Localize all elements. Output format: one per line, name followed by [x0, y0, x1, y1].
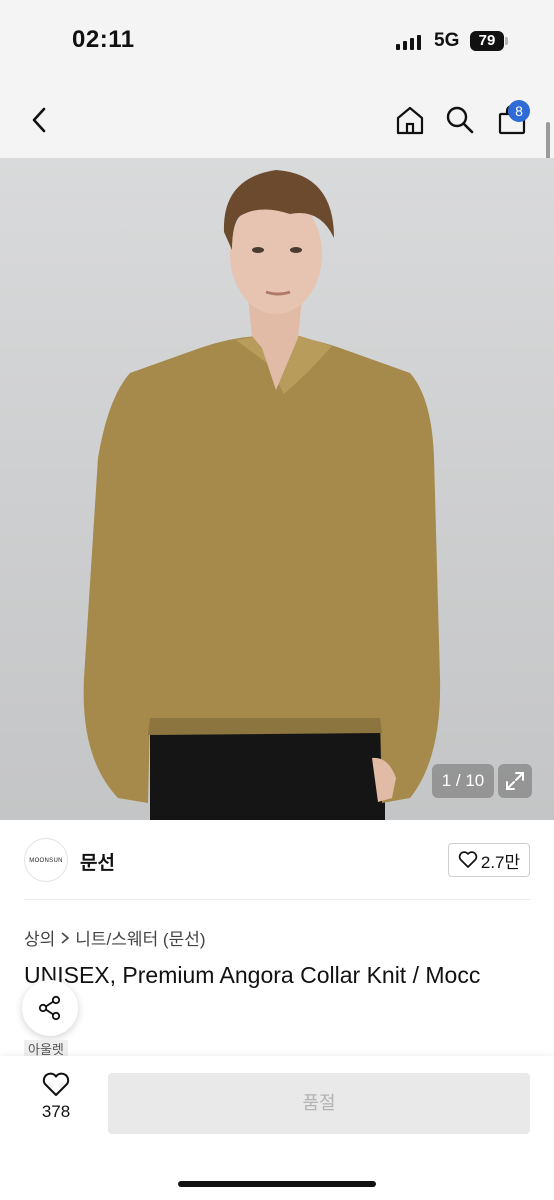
- breadcrumb-subcategory[interactable]: 니트/스웨터 (문선): [75, 925, 205, 950]
- signal-icon: [396, 34, 421, 50]
- share-button[interactable]: [22, 980, 78, 1036]
- search-button[interactable]: [440, 100, 480, 140]
- network-label: 5G: [434, 30, 460, 51]
- heart-icon: [42, 1072, 70, 1096]
- divider: [24, 899, 530, 900]
- sold-out-button[interactable]: 품절: [108, 1073, 530, 1134]
- wishlist-count: 378: [41, 1102, 71, 1121]
- expand-icon: [506, 772, 524, 790]
- brand-logo[interactable]: MOONSUN: [24, 838, 68, 882]
- home-button[interactable]: [390, 100, 430, 140]
- battery-tip: [505, 37, 508, 45]
- top-navigation: [0, 84, 554, 158]
- chevron-left-icon: [32, 107, 46, 133]
- battery-icon: 79: [470, 31, 504, 51]
- breadcrumb: 상의 니트/스웨터 (문선): [24, 925, 206, 950]
- breadcrumb-category[interactable]: 상의: [24, 925, 55, 950]
- search-icon: [446, 106, 474, 134]
- wishlist-button[interactable]: 378: [30, 1072, 82, 1132]
- status-bar: 02:11 5G 79: [0, 0, 554, 84]
- cart-count-badge: 8: [508, 100, 530, 122]
- back-button[interactable]: [20, 100, 60, 140]
- share-icon: [38, 995, 61, 1021]
- status-time: 02:11: [72, 26, 135, 53]
- home-indicator: [178, 1181, 376, 1187]
- expand-image-button[interactable]: [498, 764, 532, 798]
- brand-name[interactable]: 문선: [80, 848, 115, 875]
- product-image[interactable]: [0, 158, 554, 820]
- heart-icon: [458, 851, 478, 868]
- model-illustration: [83, 170, 441, 820]
- brand-like-button[interactable]: 2.7만: [448, 843, 530, 877]
- chevron-right-icon: [61, 931, 70, 944]
- home-icon: [396, 106, 424, 135]
- product-title: UNISEX, Premium Angora Collar Knit / Moc…: [24, 962, 481, 988]
- image-counter: 1 / 10: [432, 764, 494, 798]
- brand-like-count: 2.7만: [480, 852, 521, 872]
